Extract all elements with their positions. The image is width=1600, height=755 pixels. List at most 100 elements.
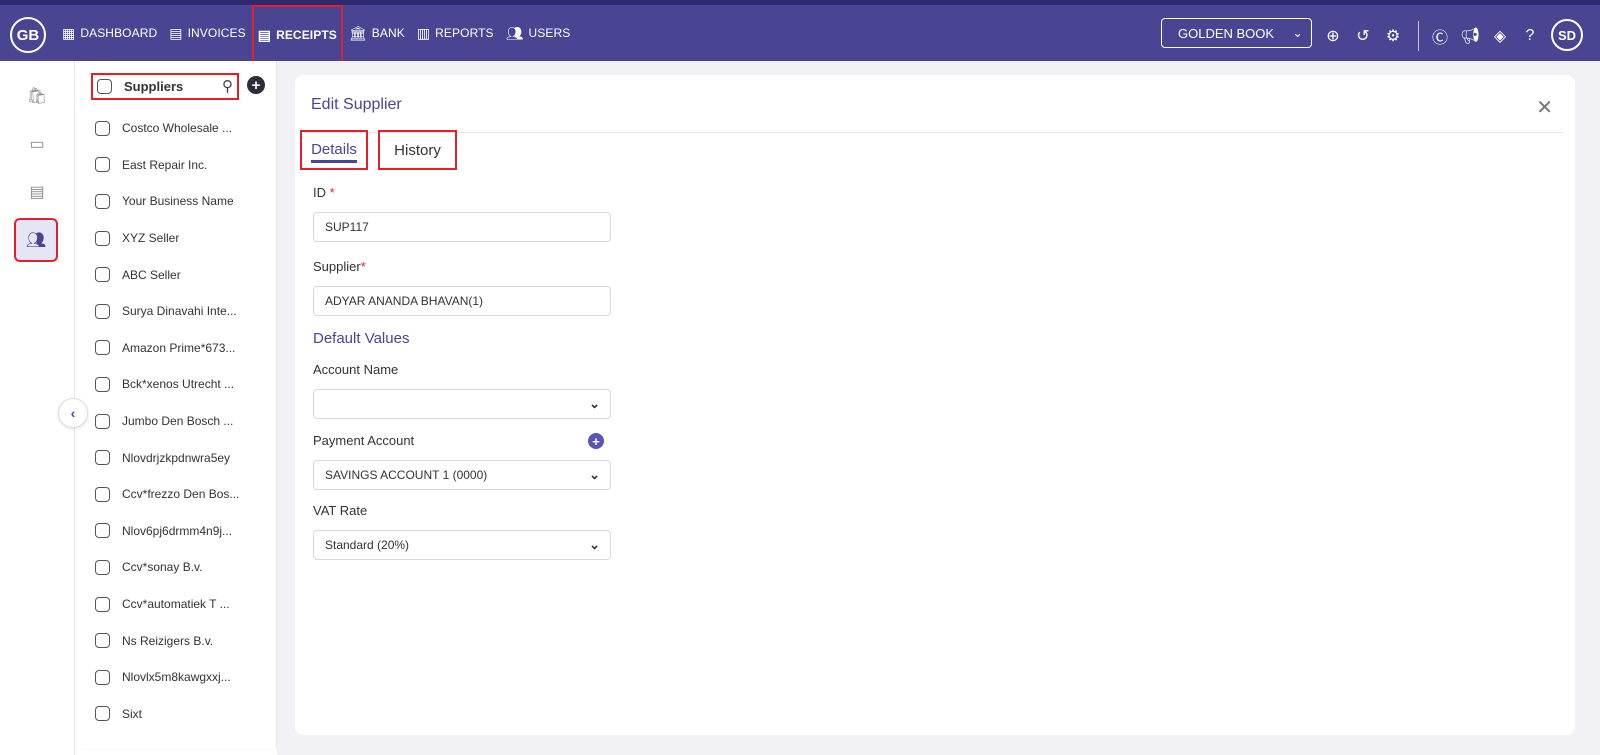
supplier-field-value: ADYAR ANANDA BHAVAN(1) (325, 294, 484, 308)
row-checkbox[interactable] (95, 120, 110, 136)
inbox-icon[interactable]: ▭ (22, 129, 52, 159)
list-item[interactable]: Surya Dinavahi Inte... (95, 293, 275, 330)
nav-invoices[interactable]: ▤ INVOICES (163, 5, 251, 61)
list-item[interactable]: Amazon Prime*673... (95, 330, 275, 367)
row-checkbox[interactable] (95, 413, 110, 429)
row-checkbox[interactable] (95, 706, 110, 722)
add-supplier-button[interactable]: + (247, 76, 265, 94)
user-avatar[interactable]: SD (1551, 19, 1583, 51)
row-checkbox[interactable] (95, 193, 110, 209)
chevron-left-icon: ‹ (70, 405, 76, 421)
row-checkbox[interactable] (95, 559, 110, 575)
payment-account-select[interactable]: SAVINGS ACCOUNT 1 (0000) ⌄ (313, 460, 611, 490)
row-checkbox[interactable] (95, 450, 110, 466)
list-item[interactable]: Ns Reizigers B.v. (95, 622, 275, 659)
list-item[interactable]: XYZ Seller (95, 220, 275, 257)
chevron-down-icon: ⌄ (589, 396, 600, 411)
account-name-select[interactable]: ⌄ (313, 389, 611, 419)
chevron-down-icon: ⌄ (589, 467, 600, 482)
bank-icon: 🏛︎ (348, 24, 367, 41)
list-item[interactable]: Your Business Name (95, 183, 275, 220)
row-checkbox[interactable] (95, 596, 110, 612)
list-item[interactable]: Nlovdrjzkpdnwra5ey (95, 439, 275, 476)
row-checkbox[interactable] (95, 157, 110, 173)
book-select[interactable]: GOLDEN BOOK ⌄ (1161, 18, 1312, 48)
supplier-name: Nlovdrjzkpdnwra5ey (122, 450, 231, 465)
suppliers-list-panel: Suppliers ⚲ + Costco Wholesale ... East … (76, 61, 277, 749)
history-icon[interactable]: ↺ (1352, 25, 1374, 47)
tab-details[interactable]: Details (300, 130, 368, 170)
add-circle-icon[interactable]: ⊕ (1322, 25, 1344, 47)
collapse-panel-button[interactable]: ‹ (58, 398, 88, 428)
row-checkbox[interactable] (95, 267, 110, 283)
megaphone-icon[interactable]: 📢︎ (1459, 25, 1481, 47)
supplier-label: Supplier* (313, 259, 366, 274)
supplier-name: Ccv*frezzo Den Bos... (122, 487, 240, 502)
supplier-name: Ccv*sonay B.v. (122, 560, 203, 575)
settings-gear-icon[interactable]: ⚙ (1382, 25, 1404, 47)
supplier-name: Bck*xenos Utrecht ... (122, 377, 235, 392)
list-item[interactable]: Nlovlx5m8kawgxxj... (95, 659, 275, 696)
app-logo[interactable]: GB (10, 17, 46, 53)
bag-icon[interactable]: 🛍︎ (22, 81, 52, 111)
row-checkbox[interactable] (95, 669, 110, 685)
search-icon[interactable]: ⚲ (222, 77, 233, 95)
nav-receipts[interactable]: ▤ RECEIPTS (251, 5, 343, 65)
row-checkbox[interactable] (95, 340, 110, 356)
list-item[interactable]: Ccv*sonay B.v. (95, 549, 275, 586)
tab-details-label: Details (311, 141, 357, 163)
card-check-icon[interactable]: ▤ (22, 177, 52, 207)
list-item[interactable]: Ccv*automatiek T ... (95, 586, 275, 623)
required-mark: * (329, 185, 335, 200)
select-all-checkbox[interactable] (97, 79, 112, 94)
list-item[interactable]: Ccv*frezzo Den Bos... (95, 476, 275, 513)
supplier-name: Amazon Prime*673... (122, 340, 236, 355)
payment-account-label: Payment Account (313, 433, 415, 448)
diamond-icon[interactable]: ◈ (1489, 25, 1511, 47)
row-checkbox[interactable] (95, 230, 110, 246)
supplier-name: Nlov6pj6drmm4n9j... (122, 523, 233, 538)
c-logo-icon[interactable]: Ⓒ (1429, 25, 1451, 47)
supplier-name: Nlovlx5m8kawgxxj... (122, 670, 231, 685)
list-item[interactable]: Costco Wholesale ... (95, 110, 275, 147)
book-select-value: GOLDEN BOOK (1178, 25, 1275, 41)
nav-reports[interactable]: ▥ REPORTS (411, 5, 500, 61)
account-name-label: Account Name (313, 362, 399, 377)
id-label-text: ID (313, 185, 326, 200)
list-item[interactable]: Bck*xenos Utrecht ... (95, 366, 275, 403)
help-icon[interactable]: ? (1519, 25, 1541, 47)
id-field-value: SUP117 (325, 220, 369, 234)
nav-dashboard-label: DASHBOARD (80, 26, 158, 40)
nav-dashboard[interactable]: ▦ DASHBOARD (56, 5, 163, 61)
row-checkbox[interactable] (95, 376, 110, 392)
row-checkbox[interactable] (95, 486, 110, 502)
vat-rate-select[interactable]: Standard (20%) ⌄ (313, 530, 611, 560)
id-field[interactable]: SUP117 (313, 212, 611, 242)
list-item[interactable]: Nlov6pj6drmm4n9j... (95, 513, 275, 550)
page-title: Edit Supplier (311, 96, 402, 113)
required-mark: * (360, 259, 366, 274)
header-divider (303, 132, 1563, 133)
row-checkbox[interactable] (95, 633, 110, 649)
list-item[interactable]: ABC Seller (95, 256, 275, 293)
supplier-name: Jumbo Den Bosch ... (122, 414, 234, 429)
chevron-down-icon: ⌄ (1292, 25, 1303, 40)
list-item[interactable]: Jumbo Den Bosch ... (95, 403, 275, 440)
people-icon[interactable]: 👥︎ (14, 218, 58, 262)
row-checkbox[interactable] (95, 523, 110, 539)
top-navbar: GB ▦ DASHBOARD ▤ INVOICES ▤ RECEIPTS 🏛︎ … (0, 0, 1600, 65)
nav-users[interactable]: 👥︎ USERS (500, 5, 577, 61)
users-icon: 👥︎ (505, 24, 524, 41)
list-item[interactable]: East Repair Inc. (95, 147, 275, 184)
tab-history[interactable]: History (378, 130, 457, 170)
close-icon[interactable]: ✕ (1536, 95, 1553, 120)
add-payment-account-button[interactable]: + (588, 433, 604, 449)
supplier-name: Surya Dinavahi Inte... (122, 304, 237, 319)
row-checkbox[interactable] (95, 303, 110, 319)
chevron-down-icon: ⌄ (589, 537, 600, 552)
supplier-field[interactable]: ADYAR ANANDA BHAVAN(1) (313, 286, 611, 316)
list-item[interactable]: Sixt (95, 696, 275, 733)
supplier-name: East Repair Inc. (122, 157, 208, 172)
nav-bank[interactable]: 🏛︎ BANK (343, 5, 411, 61)
reports-icon: ▥ (416, 24, 431, 41)
